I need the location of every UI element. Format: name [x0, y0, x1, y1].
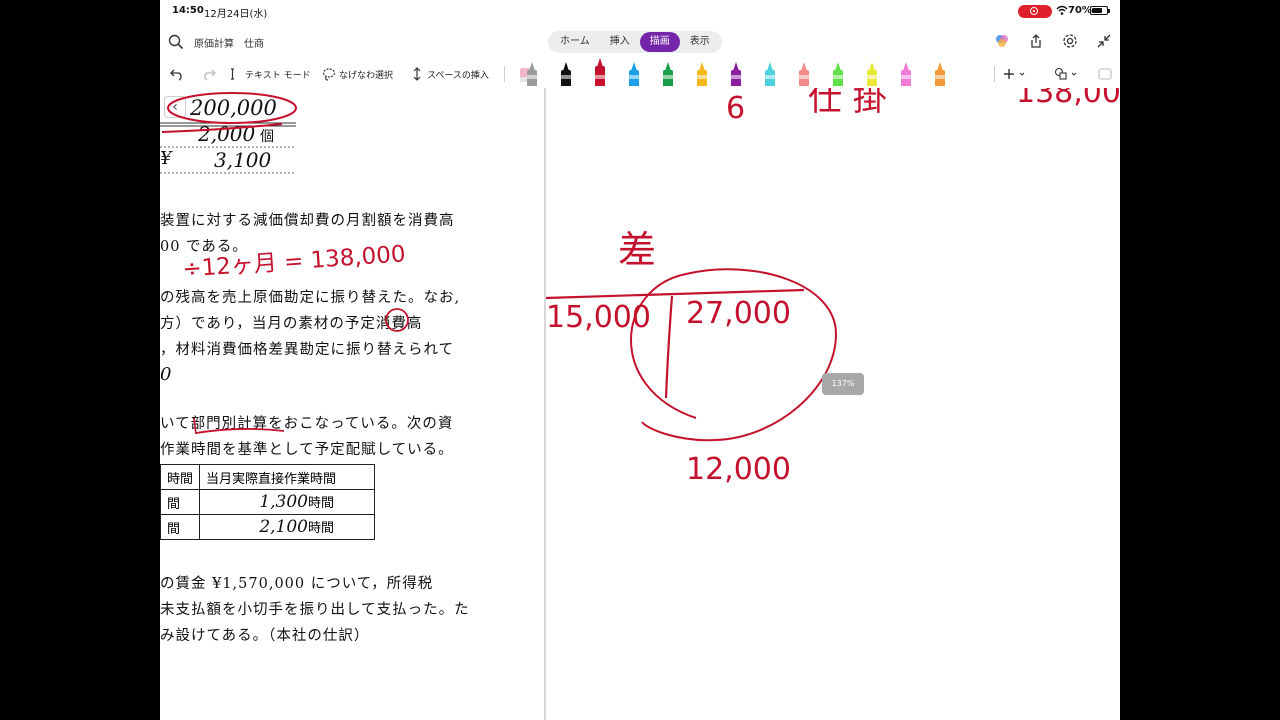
add-pen-button[interactable] [1002, 65, 1025, 83]
value-200000: 200,000 [190, 96, 277, 120]
chevron-down-icon [1019, 72, 1025, 76]
pen-color-swatch[interactable] [560, 62, 572, 86]
paragraph-line: み設けてある。（本社の仕訳） [160, 628, 370, 644]
collapse-icon[interactable] [1096, 33, 1112, 49]
table-row: 間 2,100時間 [160, 514, 376, 540]
share-icon[interactable] [1028, 33, 1044, 49]
ink-label-difference: 差 [618, 228, 657, 272]
ribbon-tabs: ホーム 挿入 描画 表示 [548, 31, 722, 53]
plus-icon [1004, 69, 1014, 79]
ink-left-value: 15,000 [546, 300, 651, 335]
table-header-cell: 当月実際直接作業時間 [199, 464, 376, 490]
top-right-actions [994, 33, 1112, 49]
text-mode-label: テキスト モード [245, 70, 311, 81]
textbook-page[interactable]: 200,000 2,000 個 ¥ 3,100 ‹ 装置に対する減価償却費の月割… [160, 88, 544, 720]
pen-color-swatch[interactable] [832, 62, 844, 86]
table-row: 間 1,300時間 [160, 489, 376, 515]
ink-result-value: 12,000 [686, 452, 791, 487]
ink-note-number: 6 [726, 91, 746, 126]
table-cell: 2,100時間 [199, 514, 376, 540]
battery-icon [1090, 6, 1110, 15]
hours-value: 1,300 [259, 492, 308, 512]
redo-icon [204, 69, 216, 81]
hours-unit: 時間 [308, 521, 335, 536]
paragraph-line: の賃金 ¥1,570,000 について，所得税 [160, 576, 434, 592]
table-header-cell: 時間 [160, 464, 201, 490]
paragraph-line: いて部門別計算をおこなっている。次の資 [160, 416, 454, 432]
record-icon [1030, 7, 1038, 15]
shapes-button[interactable] [1054, 65, 1077, 83]
value-2000: 2,000 [198, 122, 256, 146]
work-hours-table: 時間 当月実際直接作業時間 間 1,300時間 間 2,100時間 [160, 464, 376, 540]
zoom-level-badge: 137% [822, 373, 864, 395]
hours-value: 2,100 [259, 517, 308, 537]
ink-canvas[interactable]: 6 仕 掛 138,00 差 15,000 27,000 12,000 137% [546, 88, 1120, 720]
status-date: 12月24日(水) [204, 9, 268, 20]
notebook-title: 原価計算 仕商 [194, 38, 264, 50]
hours-unit: 時間 [308, 496, 335, 511]
wifi-icon [1056, 5, 1068, 15]
table-cell: 1,300時間 [199, 489, 376, 515]
pen-color-swatch[interactable] [662, 62, 674, 86]
table-cell: 間 [160, 489, 201, 515]
toolbar-divider [504, 66, 505, 82]
ruler-icon[interactable] [1098, 67, 1112, 81]
search-bar[interactable]: 原価計算 仕商 [168, 32, 264, 52]
paragraph-line: 0 [160, 364, 173, 385]
paragraph-line: ，材料消費価格差異勘定に振り替えられて [160, 342, 455, 358]
value-3100: 3,100 [214, 148, 272, 172]
insert-space-label: スペースの挿入 [427, 70, 489, 81]
pen-color-swatch[interactable] [526, 62, 538, 86]
tab-insert[interactable]: 挿入 [600, 32, 640, 52]
tab-draw[interactable]: 描画 [639, 32, 680, 52]
paragraph-line: 方）であり，当月の素材の予定消費高 [160, 316, 423, 332]
pen-color-swatch[interactable] [764, 62, 776, 86]
text-mode-button[interactable]: テキスト モード [228, 65, 311, 83]
pen-color-swatch[interactable] [730, 62, 742, 86]
yen-mark: ¥ [160, 148, 172, 169]
t-account-strokes [546, 268, 838, 442]
pen-color-swatch[interactable] [866, 62, 878, 86]
status-bar: 14:50 12月24日(水) 70% [160, 0, 1120, 24]
paragraph-line: 作業時間を基準として予定配賦している。 [160, 442, 454, 458]
tab-view[interactable]: 表示 [680, 32, 720, 52]
pen-color-swatch[interactable] [628, 62, 640, 86]
chevron-down-icon [1071, 72, 1077, 76]
paragraph-line: の残高を売上原価勘定に振り替えた。なお, [160, 290, 461, 306]
pen-color-swatch[interactable] [900, 62, 912, 86]
tab-home[interactable]: ホーム [550, 32, 600, 52]
search-icon[interactable] [168, 34, 184, 50]
text-cursor-icon [231, 68, 234, 80]
screen-recording-indicator[interactable] [1018, 5, 1052, 18]
pen-color-swatch[interactable] [798, 62, 810, 86]
undo-icon [170, 69, 182, 81]
page-back-button[interactable]: ‹ [164, 96, 186, 118]
ink-right-value: 27,000 [686, 296, 791, 331]
ipad-screen: 14:50 12月24日(水) 70% 原価計算 仕商 ホーム 挿入 描画 表示… [160, 0, 1120, 720]
settings-gear-icon[interactable] [1062, 33, 1078, 49]
ink-note-label: 仕 掛 [808, 88, 887, 119]
unit-ko: 個 [260, 129, 275, 145]
insert-space-icon [413, 67, 421, 81]
table-cell: 間 [160, 514, 201, 540]
copilot-icon[interactable] [994, 33, 1010, 49]
paragraph-line: 未支払額を小切手を振り出して支払った。た [160, 602, 470, 618]
paragraph-line: 装置に対する減価償却費の月割額を消費高 [160, 213, 455, 229]
pen-color-swatch[interactable] [696, 62, 708, 86]
battery-percentage: 70% [1068, 5, 1092, 16]
pen-color-swatch[interactable] [594, 58, 606, 86]
pen-color-swatch[interactable] [934, 62, 946, 86]
table-header-row: 時間 当月実際直接作業時間 [160, 464, 376, 490]
lasso-icon [322, 68, 336, 81]
undo-button[interactable] [170, 65, 184, 83]
lasso-label: なげなわ選択 [339, 70, 394, 81]
ink-note-value: 138,00 [1016, 88, 1120, 110]
status-time: 14:50 [172, 5, 204, 16]
draw-toolbar: テキスト モード なげなわ選択 スペースの挿入 [160, 58, 1120, 88]
lasso-select-button[interactable]: なげなわ選択 [322, 65, 393, 83]
toolbar-divider [994, 66, 995, 82]
redo-button[interactable] [202, 65, 216, 83]
shapes-icon [1054, 67, 1067, 80]
insert-space-button[interactable]: スペースの挿入 [410, 65, 489, 83]
